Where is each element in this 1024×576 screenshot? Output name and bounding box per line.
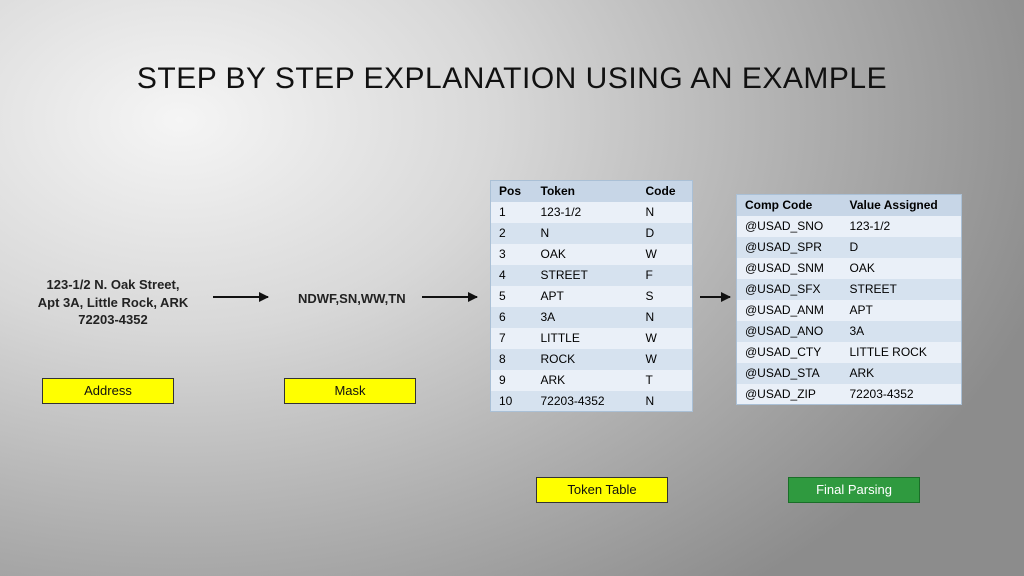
address-example: 123-1/2 N. Oak Street, Apt 3A, Little Ro… xyxy=(18,276,208,329)
table-cell: @USAD_ANO xyxy=(737,321,842,342)
arrow-token-to-final xyxy=(700,296,730,298)
table-row: @USAD_ANMAPT xyxy=(737,300,962,321)
table-cell: N xyxy=(638,307,693,328)
table-cell: 123-1/2 xyxy=(842,216,962,237)
final-header-comp: Comp Code xyxy=(737,195,842,216)
table-cell: @USAD_SNM xyxy=(737,258,842,279)
table-cell: 9 xyxy=(491,370,533,391)
table-cell: D xyxy=(842,237,962,258)
address-line-2: Apt 3A, Little Rock, ARK xyxy=(18,294,208,312)
table-row: 1123-1/2N xyxy=(491,202,693,223)
table-cell: ARK xyxy=(533,370,638,391)
table-cell: @USAD_SFX xyxy=(737,279,842,300)
table-cell: 2 xyxy=(491,223,533,244)
table-cell: S xyxy=(638,286,693,307)
table-cell: W xyxy=(638,244,693,265)
table-cell: STREET xyxy=(533,265,638,286)
table-cell: T xyxy=(638,370,693,391)
table-cell: 10 xyxy=(491,391,533,412)
table-cell: OAK xyxy=(842,258,962,279)
table-cell: W xyxy=(638,349,693,370)
table-cell: 3A xyxy=(842,321,962,342)
table-cell: 8 xyxy=(491,349,533,370)
final-parsing-table: Comp Code Value Assigned @USAD_SNO123-1/… xyxy=(736,194,962,405)
token-header-token: Token xyxy=(533,181,638,202)
table-cell: APT xyxy=(842,300,962,321)
table-row: 7LITTLEW xyxy=(491,328,693,349)
table-cell: N xyxy=(533,223,638,244)
table-cell: 72203-4352 xyxy=(533,391,638,412)
table-cell: 72203-4352 xyxy=(842,384,962,405)
table-cell: 4 xyxy=(491,265,533,286)
token-table: Pos Token Code 1123-1/2N2ND3OAKW4STREETF… xyxy=(490,180,693,412)
table-row: @USAD_SPRD xyxy=(737,237,962,258)
table-row: 9ARKT xyxy=(491,370,693,391)
token-header-code: Code xyxy=(638,181,693,202)
table-row: 4STREETF xyxy=(491,265,693,286)
table-row: @USAD_SNMOAK xyxy=(737,258,962,279)
table-row: @USAD_STAARK xyxy=(737,363,962,384)
table-cell: D xyxy=(638,223,693,244)
table-cell: ARK xyxy=(842,363,962,384)
table-row: @USAD_SFXSTREET xyxy=(737,279,962,300)
arrow-mask-to-token xyxy=(422,296,477,298)
table-cell: STREET xyxy=(842,279,962,300)
slide-title: STEP BY STEP EXPLANATION USING AN EXAMPL… xyxy=(0,62,1024,96)
table-row: @USAD_CTYLITTLE ROCK xyxy=(737,342,962,363)
label-address: Address xyxy=(42,378,174,404)
table-row: 3OAKW xyxy=(491,244,693,265)
table-row: @USAD_ANO3A xyxy=(737,321,962,342)
label-mask: Mask xyxy=(284,378,416,404)
table-cell: 6 xyxy=(491,307,533,328)
table-cell: 3A xyxy=(533,307,638,328)
table-cell: @USAD_ANM xyxy=(737,300,842,321)
table-cell: @USAD_STA xyxy=(737,363,842,384)
table-cell: N xyxy=(638,202,693,223)
table-cell: @USAD_SNO xyxy=(737,216,842,237)
table-row: 2ND xyxy=(491,223,693,244)
token-header-pos: Pos xyxy=(491,181,533,202)
table-cell: @USAD_CTY xyxy=(737,342,842,363)
table-row: @USAD_ZIP72203-4352 xyxy=(737,384,962,405)
table-cell: N xyxy=(638,391,693,412)
table-cell: LITTLE xyxy=(533,328,638,349)
table-cell: OAK xyxy=(533,244,638,265)
table-row: 63AN xyxy=(491,307,693,328)
final-header-value: Value Assigned xyxy=(842,195,962,216)
table-cell: 123-1/2 xyxy=(533,202,638,223)
table-cell: @USAD_SPR xyxy=(737,237,842,258)
label-final-parsing: Final Parsing xyxy=(788,477,920,503)
table-cell: 5 xyxy=(491,286,533,307)
table-cell: ROCK xyxy=(533,349,638,370)
table-cell: 7 xyxy=(491,328,533,349)
table-cell: F xyxy=(638,265,693,286)
arrow-address-to-mask xyxy=(213,296,268,298)
table-row: 1072203-4352N xyxy=(491,391,693,412)
table-cell: APT xyxy=(533,286,638,307)
table-cell: 1 xyxy=(491,202,533,223)
table-cell: @USAD_ZIP xyxy=(737,384,842,405)
table-cell: 3 xyxy=(491,244,533,265)
table-row: 5APTS xyxy=(491,286,693,307)
address-line-1: 123-1/2 N. Oak Street, xyxy=(18,276,208,294)
table-row: @USAD_SNO123-1/2 xyxy=(737,216,962,237)
label-token-table: Token Table xyxy=(536,477,668,503)
table-cell: LITTLE ROCK xyxy=(842,342,962,363)
address-line-3: 72203-4352 xyxy=(18,311,208,329)
table-row: 8ROCKW xyxy=(491,349,693,370)
table-cell: W xyxy=(638,328,693,349)
mask-value: NDWF,SN,WW,TN xyxy=(298,291,406,306)
